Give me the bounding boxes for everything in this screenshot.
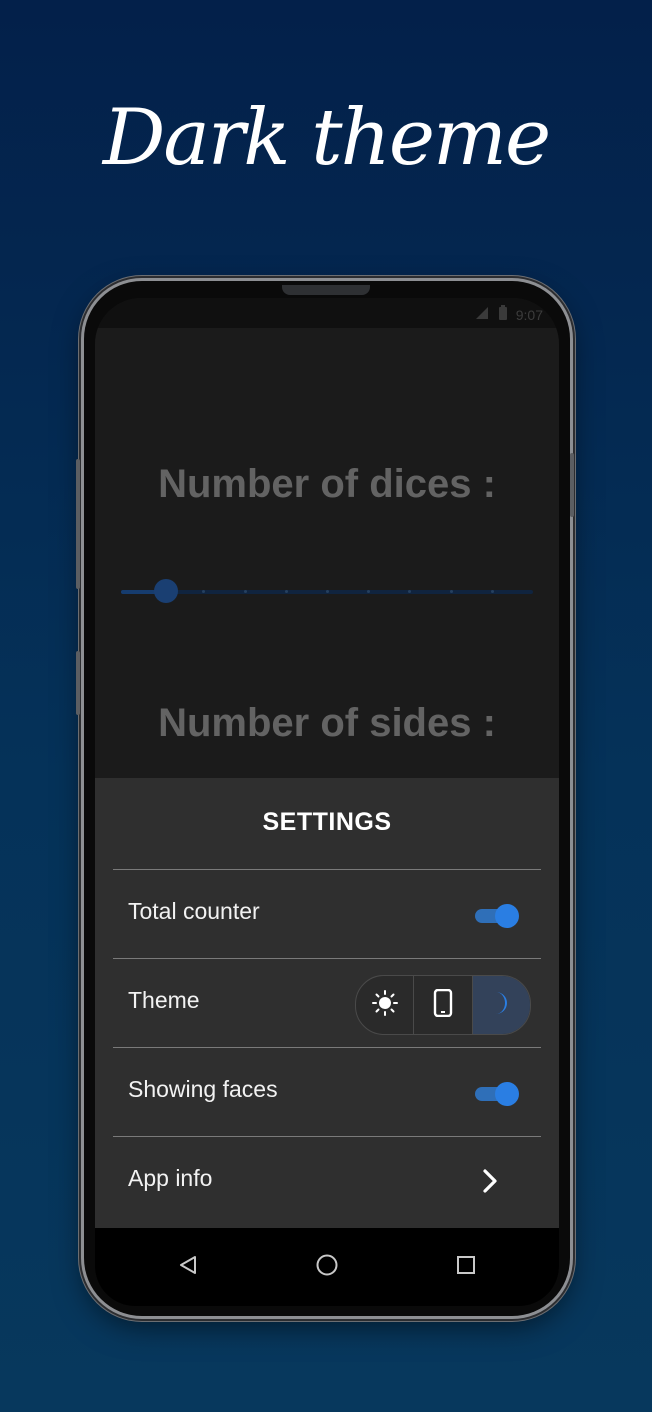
- sides-label: Number of sides :: [158, 701, 496, 745]
- phone-icon: [433, 988, 453, 1022]
- app-info-label: App info: [128, 1165, 213, 1191]
- total-counter-label: Total counter: [128, 898, 260, 924]
- headline: Dark theme: [102, 93, 551, 183]
- showing-faces-label: Showing faces: [128, 1076, 278, 1102]
- battery-icon: [498, 305, 508, 324]
- light-theme-button[interactable]: [356, 976, 415, 1034]
- earpiece: [282, 285, 370, 295]
- settings-sheet: SETTINGS Total counter Theme Showing fac…: [95, 778, 559, 1228]
- total-counter-toggle[interactable]: [475, 902, 519, 928]
- recents-icon: [456, 1255, 476, 1280]
- theme-row: Theme: [113, 959, 541, 1048]
- total-counter-row[interactable]: Total counter: [113, 870, 541, 959]
- slider-tick: [284, 590, 288, 593]
- clock: 9:07: [515, 306, 543, 323]
- dark-theme-button[interactable]: [472, 976, 530, 1034]
- system-theme-button[interactable]: [414, 976, 473, 1034]
- volume-button: [76, 459, 80, 589]
- phone-frame: 9:07 Number of dices : Number of sides :…: [76, 281, 574, 1316]
- navigation-bar: [95, 1228, 559, 1306]
- back-icon: [177, 1254, 199, 1281]
- app-info-row[interactable]: App info: [113, 1137, 541, 1226]
- phone-screen: 9:07 Number of dices : Number of sides :…: [95, 298, 559, 1306]
- home-button[interactable]: [310, 1250, 344, 1284]
- slider-tick: [449, 590, 453, 593]
- back-button[interactable]: [171, 1250, 205, 1284]
- theme-label: Theme: [128, 987, 200, 1013]
- slider-tick: [326, 590, 329, 593]
- power-button: [570, 453, 574, 517]
- home-icon: [315, 1253, 339, 1282]
- moon-icon: [490, 990, 512, 1021]
- chevron-right-icon: [481, 1167, 499, 1200]
- sun-icon: [371, 989, 399, 1022]
- showing-faces-toggle[interactable]: [475, 1080, 519, 1106]
- dices-label: Number of dices :: [158, 462, 496, 506]
- bixby-button: [76, 651, 80, 715]
- slider-tick: [490, 590, 494, 593]
- settings-title: SETTINGS: [262, 808, 392, 836]
- status-bar: 9:07: [95, 298, 559, 328]
- slider-tick: [243, 590, 247, 593]
- signal-icon: [474, 305, 490, 324]
- theme-selector: [355, 975, 531, 1035]
- recents-button[interactable]: [449, 1250, 483, 1284]
- showing-faces-row[interactable]: Showing faces: [113, 1048, 541, 1137]
